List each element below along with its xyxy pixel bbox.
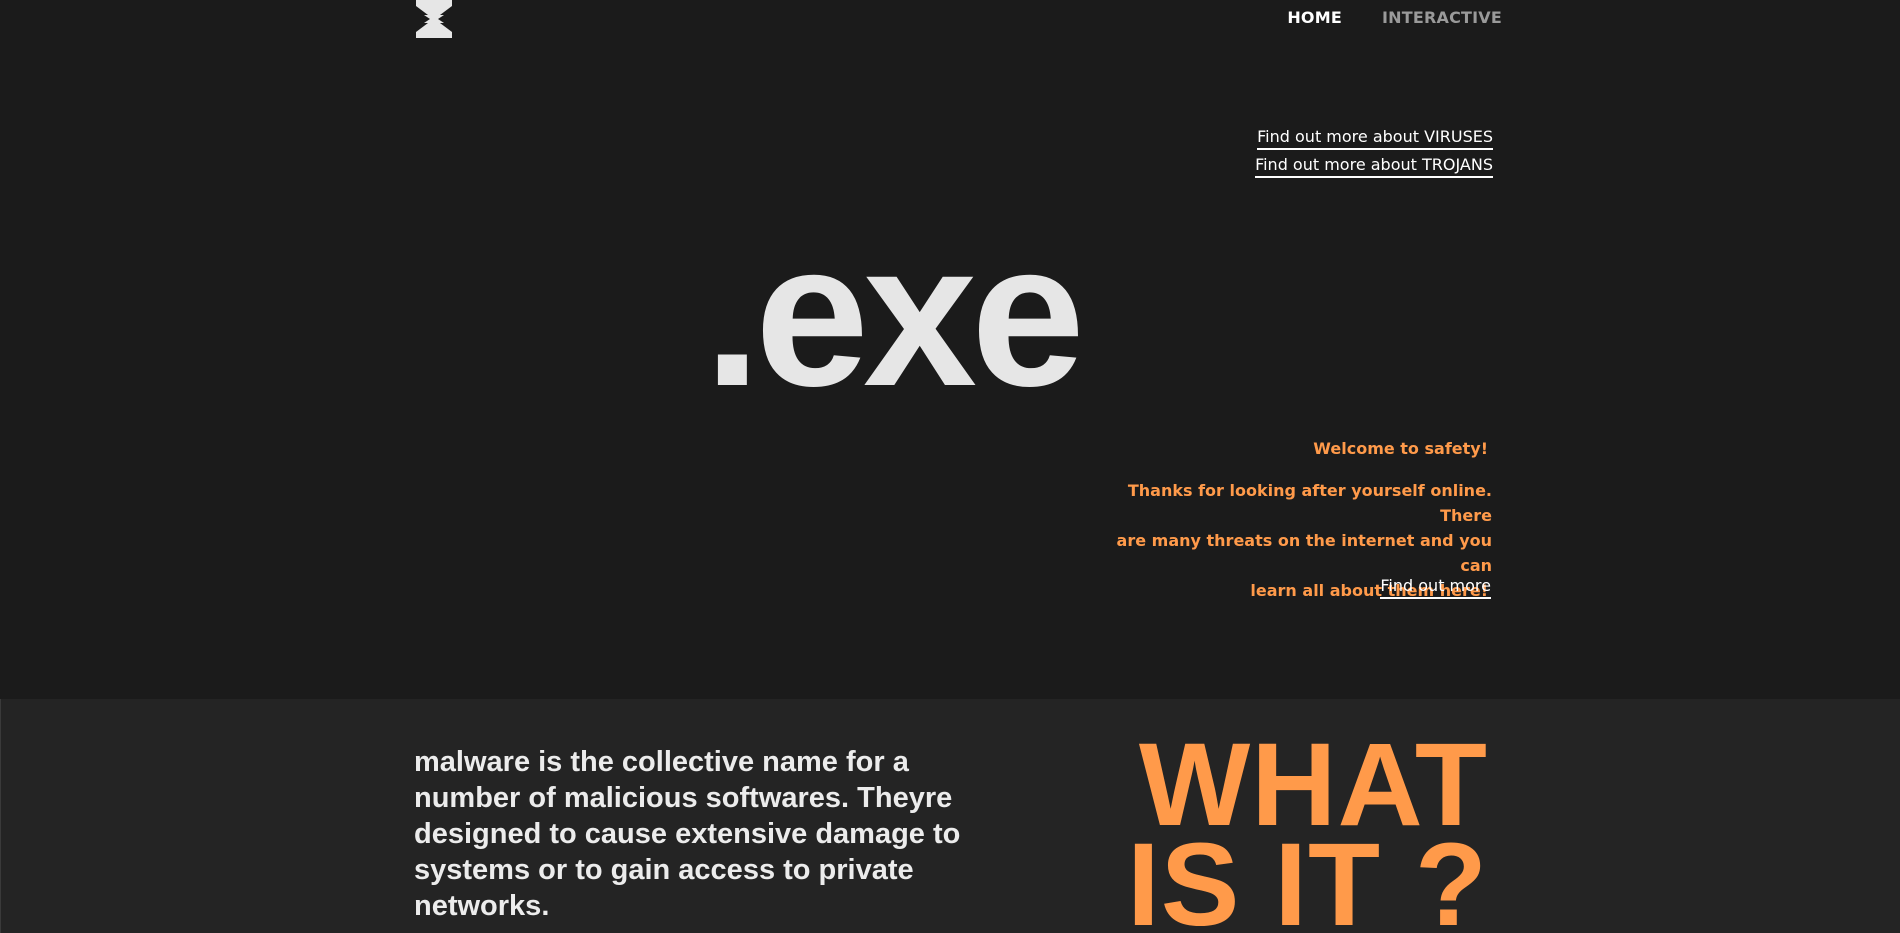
page: HOME INTERACTIVE Find out more about VIR… [0,0,1900,933]
trojans-link[interactable]: Find out more about TROJANS [1255,155,1493,178]
welcome-title: Welcome to safety! [1313,439,1488,458]
what-is-it-section: malware is the collective name for a num… [0,699,1900,933]
hero-title: .exe [704,200,1085,429]
heading-line: IS IT ? [1127,819,1488,933]
nav-interactive-link[interactable]: INTERACTIVE [1382,8,1502,27]
main-nav: HOME INTERACTIVE [1287,8,1502,27]
nav-home-link[interactable]: HOME [1287,8,1342,27]
topic-links: Find out more about VIRUSES Find out mor… [1255,127,1493,178]
viruses-link[interactable]: Find out more about VIRUSES [1257,127,1493,150]
find-out-more-link[interactable]: Find out more [1380,576,1491,599]
welcome-line: Thanks for looking after yourself online… [1127,481,1492,525]
what-is-it-heading: WHAT IS IT ? [1127,726,1488,933]
hero-section: HOME INTERACTIVE Find out more about VIR… [0,0,1900,699]
malware-description: malware is the collective name for a num… [414,746,961,922]
hourglass-logo-icon[interactable] [416,0,452,38]
welcome-line: are many threats on the internet and you… [1116,531,1492,575]
